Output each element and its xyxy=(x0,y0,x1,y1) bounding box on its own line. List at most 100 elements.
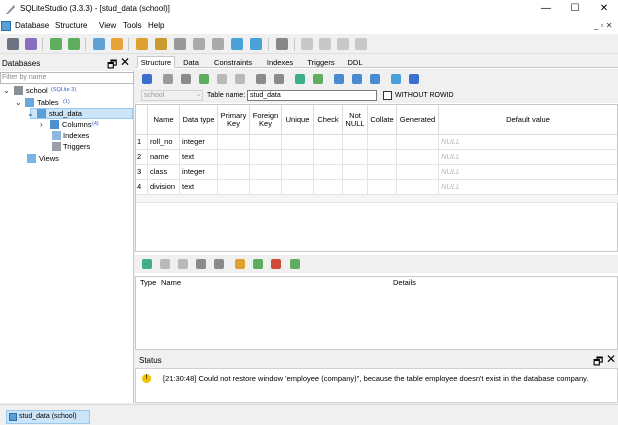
collapse-arrow-icon[interactable]: ⌄ xyxy=(3,85,10,96)
cell-data-type[interactable]: text xyxy=(180,150,218,165)
header-check[interactable]: Check xyxy=(314,105,343,135)
tile-vertical-icon[interactable] xyxy=(337,38,349,50)
cell-not-null[interactable] xyxy=(343,150,368,165)
cell-column-name[interactable]: class xyxy=(148,165,180,180)
tab-data[interactable]: Data xyxy=(177,56,205,68)
disconnect-icon[interactable] xyxy=(25,38,37,50)
constraint-up-icon[interactable] xyxy=(196,259,206,269)
close-button[interactable]: ✕ xyxy=(590,0,618,18)
move-up-icon[interactable] xyxy=(256,74,266,84)
edit-column-icon[interactable] xyxy=(217,74,227,84)
constraints-header-type[interactable]: Type xyxy=(140,277,156,288)
cell-primary-key[interactable] xyxy=(218,135,250,150)
cell-collate[interactable] xyxy=(368,150,397,165)
header-data-type[interactable]: Data type xyxy=(180,105,218,135)
tab-ddl[interactable]: DDL xyxy=(343,56,367,68)
cell-primary-key[interactable] xyxy=(218,165,250,180)
add-database-icon[interactable] xyxy=(50,38,62,50)
constraints-header-name[interactable]: Name xyxy=(161,277,181,288)
cascade-icon[interactable] xyxy=(355,38,367,50)
add-primary-key-icon[interactable] xyxy=(235,259,245,269)
collapse-arrow-icon[interactable]: ⌄ xyxy=(15,97,22,108)
cell-unique[interactable] xyxy=(282,165,314,180)
export-icon[interactable] xyxy=(250,38,262,50)
cell-primary-key[interactable] xyxy=(218,180,250,195)
function-icon[interactable] xyxy=(174,38,186,50)
connect-icon[interactable] xyxy=(7,38,19,50)
menu-database[interactable]: Database xyxy=(15,21,49,30)
tree-item-stud-data[interactable]: ⌄ stud_data xyxy=(27,108,133,119)
create-table-icon[interactable] xyxy=(93,38,105,50)
cell-generated[interactable] xyxy=(397,150,439,165)
cell-not-null[interactable] xyxy=(343,180,368,195)
import-icon[interactable] xyxy=(231,38,243,50)
header-not-null[interactable]: Not NULL xyxy=(343,105,368,135)
tile-horizontal-icon[interactable] xyxy=(319,38,331,50)
add-check-icon[interactable] xyxy=(290,259,300,269)
delete-column-icon[interactable] xyxy=(235,74,245,84)
cell-primary-key[interactable] xyxy=(218,150,250,165)
cell-unique[interactable] xyxy=(282,150,314,165)
mdi-controls[interactable]: _ ▫ ✕ xyxy=(594,21,612,30)
collapse-arrow-icon[interactable]: ⌄ xyxy=(27,108,34,119)
header-unique[interactable]: Unique xyxy=(282,105,314,135)
rollback-icon[interactable] xyxy=(181,74,191,84)
tree-item-indexes[interactable]: Indexes xyxy=(50,130,133,141)
mdi-window-icon[interactable] xyxy=(1,21,11,31)
constraint-down-icon[interactable] xyxy=(214,259,224,269)
tree-item-triggers[interactable]: Triggers xyxy=(50,141,133,152)
delete-table-constraint-icon[interactable] xyxy=(178,259,188,269)
function-editor-icon[interactable] xyxy=(155,38,167,50)
open-editor-icon[interactable] xyxy=(136,38,148,50)
filter-input[interactable]: Filter by name xyxy=(0,72,134,84)
tab-constraints[interactable]: Constraints xyxy=(207,56,259,68)
cell-column-name[interactable]: name xyxy=(148,150,180,165)
tab-triggers[interactable]: Triggers xyxy=(301,56,341,68)
populate-icon[interactable] xyxy=(370,74,380,84)
tree-item-views[interactable]: Views xyxy=(27,153,133,164)
cell-foreign-key[interactable] xyxy=(250,165,282,180)
close-panel-icon[interactable]: ✕ xyxy=(120,55,130,69)
cell-column-name[interactable]: roll_no xyxy=(148,135,180,150)
expand-arrow-icon[interactable]: › xyxy=(40,119,43,130)
add-unique-icon[interactable] xyxy=(271,259,281,269)
config-icon[interactable] xyxy=(276,38,288,50)
extension-icon[interactable] xyxy=(212,38,224,50)
cell-check[interactable] xyxy=(314,135,343,150)
copy-icon[interactable] xyxy=(391,74,401,84)
move-down-icon[interactable] xyxy=(274,74,284,84)
cell-not-null[interactable] xyxy=(343,165,368,180)
refresh-icon[interactable] xyxy=(142,74,152,84)
without-rowid-checkbox[interactable] xyxy=(383,91,392,100)
maximize-button[interactable]: ☐ xyxy=(561,0,589,18)
menu-help[interactable]: Help xyxy=(148,21,164,30)
tab-structure[interactable]: Structure xyxy=(137,56,175,68)
minimize-button[interactable]: — xyxy=(532,0,560,18)
add-column-icon[interactable] xyxy=(199,74,209,84)
tab-indexes[interactable]: Indexes xyxy=(261,56,299,68)
header-name[interactable]: Name xyxy=(148,105,180,135)
import-table-icon[interactable] xyxy=(334,74,344,84)
tree-item-school[interactable]: ⌄ school (SQLite 3) xyxy=(3,85,133,96)
add-foreign-key-icon[interactable] xyxy=(253,259,263,269)
cell-foreign-key[interactable] xyxy=(250,135,282,150)
database-select[interactable]: school ⌄ xyxy=(141,90,203,101)
cell-unique[interactable] xyxy=(282,135,314,150)
cell-default-value[interactable]: NULL xyxy=(439,165,617,180)
cell-collate[interactable] xyxy=(368,180,397,195)
taskbar-window-button[interactable]: stud_data (school) xyxy=(6,410,90,424)
header-generated[interactable]: Generated xyxy=(397,105,439,135)
menu-view[interactable]: View xyxy=(99,21,116,30)
cell-check[interactable] xyxy=(314,165,343,180)
cell-generated[interactable] xyxy=(397,135,439,150)
cell-data-type[interactable]: integer xyxy=(180,165,218,180)
edit-table-constraint-icon[interactable] xyxy=(160,259,170,269)
create-similar-icon[interactable] xyxy=(313,74,323,84)
cell-generated[interactable] xyxy=(397,165,439,180)
add-constraint-icon[interactable] xyxy=(295,74,305,84)
new-row-placeholder[interactable] xyxy=(136,195,618,203)
cell-generated[interactable] xyxy=(397,180,439,195)
tile-windows-icon[interactable] xyxy=(301,38,313,50)
constraints-header-details[interactable]: Details xyxy=(393,277,416,288)
cell-collate[interactable] xyxy=(368,165,397,180)
